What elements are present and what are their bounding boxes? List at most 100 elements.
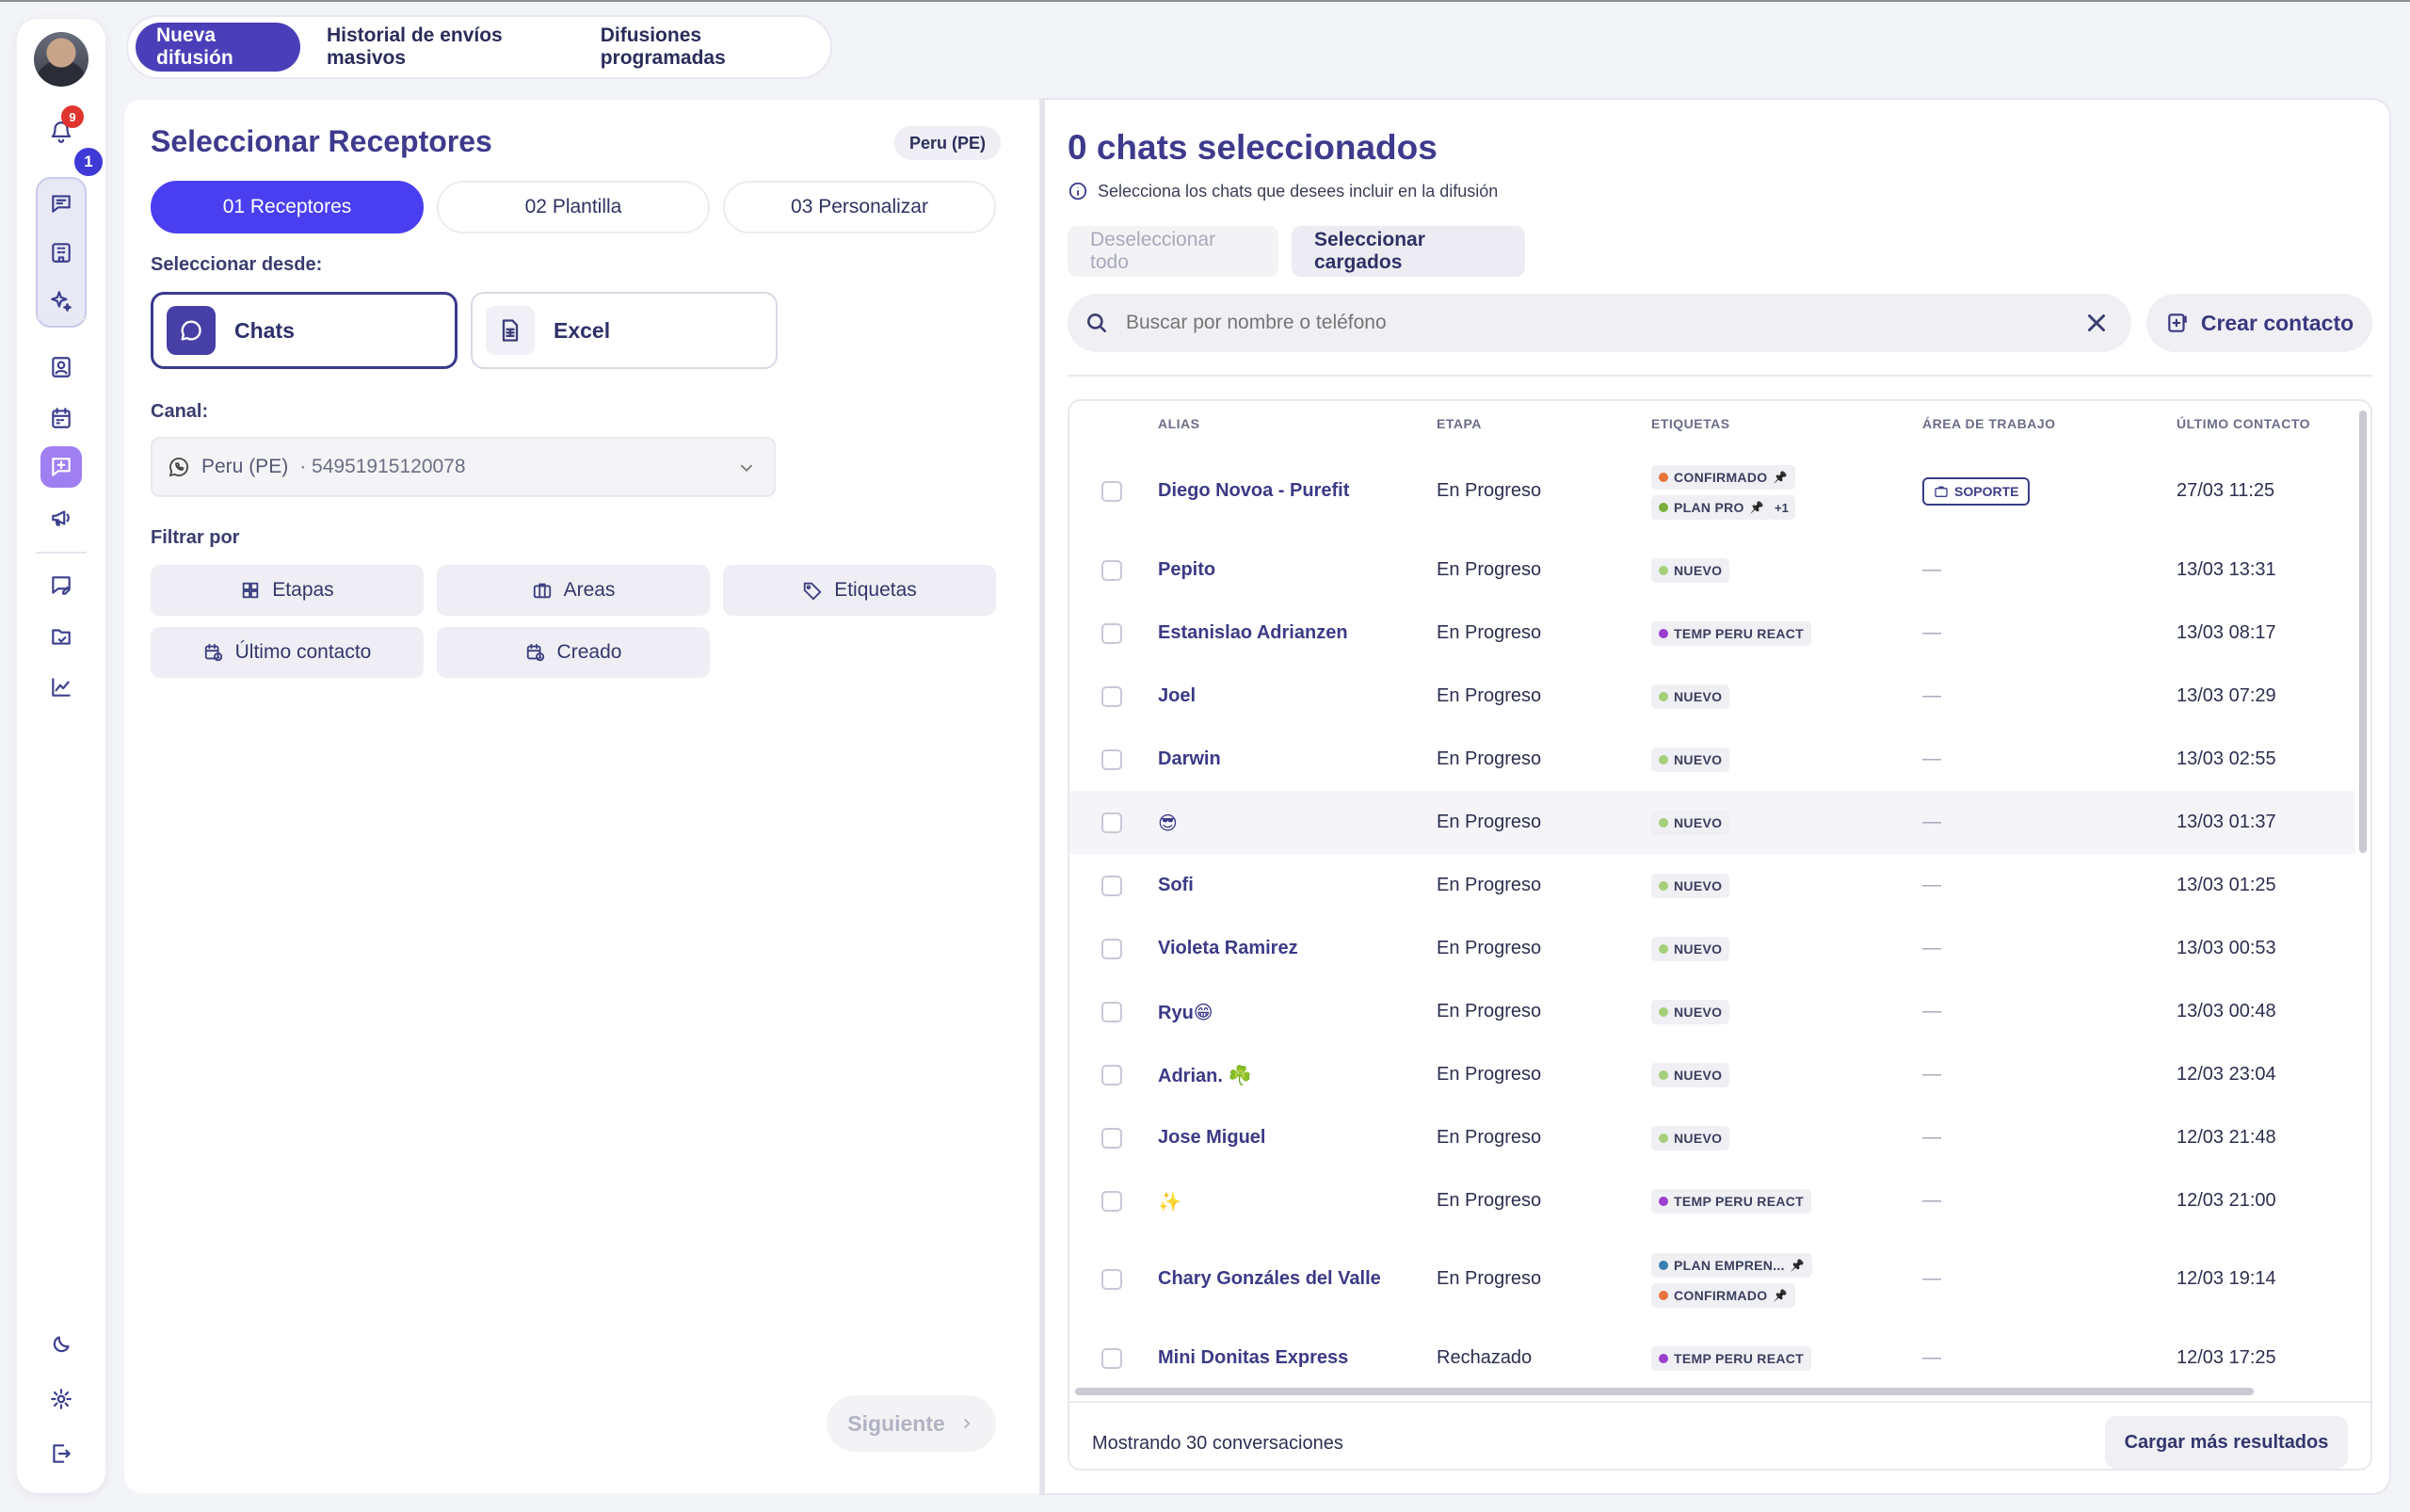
filter-areas-button[interactable]: Areas [437, 565, 710, 616]
rail-calendar-button[interactable] [40, 397, 82, 439]
tab-programadas[interactable]: Difusiones programadas [580, 23, 823, 72]
table-row[interactable]: 😎 En Progreso 13/03 01:37 — NUEVO [1069, 791, 2355, 854]
row-checkbox[interactable] [1101, 1190, 1122, 1212]
tag-label: TEMP PERU REACT [1674, 625, 1805, 641]
filter-etapas-button[interactable]: Etapas [151, 565, 424, 616]
logout-button[interactable] [40, 1433, 82, 1474]
row-alias[interactable]: Estanislao Adrianzen [1158, 622, 1348, 644]
tag-label: TEMP PERU REACT [1674, 1193, 1805, 1209]
row-checkbox[interactable] [1101, 622, 1122, 644]
row-checkbox[interactable] [1101, 1064, 1122, 1086]
row-alias[interactable]: Pepito [1158, 559, 1215, 581]
row-checkbox[interactable] [1101, 1127, 1122, 1149]
create-contact-button[interactable]: Crear contacto [2146, 294, 2372, 352]
table-row[interactable]: Violeta Ramirez En Progreso 13/03 00:53 — NU… [1069, 917, 2355, 980]
filter-ultimo-contacto-button[interactable]: Último contacto [151, 627, 424, 678]
rail-ai-button[interactable] [40, 281, 82, 322]
megaphone-icon [52, 510, 70, 526]
table-row[interactable]: Sofi En Progreso 13/03 01:25 — NUEVO [1069, 854, 2355, 917]
dark-mode-toggle[interactable] [40, 1324, 82, 1365]
row-alias[interactable]: 😎 [1158, 812, 1178, 835]
row-last-contact: 13/03 13:31 [2177, 558, 2276, 580]
tag-label: NUEVO [1674, 941, 1723, 957]
tag-chip: PLAN PRO 📌 [1651, 495, 1772, 520]
row-checkbox[interactable] [1101, 875, 1122, 896]
tab-historial[interactable]: Historial de envíos masivos [306, 23, 574, 72]
step-plantilla[interactable]: 02 Plantilla [437, 181, 710, 233]
filter-creado-button[interactable]: Creado [437, 627, 710, 678]
table-row[interactable]: Ryu😁 En Progreso 13/03 00:48 — NUEVO [1069, 980, 2355, 1043]
tag-chip: NUEVO [1651, 936, 1730, 961]
more-tags-badge[interactable]: +1 [1768, 495, 1795, 520]
table-row[interactable]: ✨ En Progreso 12/03 21:00 — TEMP PERU REACT [1069, 1169, 2355, 1232]
panel-title: Seleccionar Receptores [151, 124, 492, 158]
row-checkbox[interactable] [1101, 1001, 1122, 1022]
table-row[interactable]: Darwin En Progreso 13/03 02:55 — NUEVO [1069, 728, 2355, 791]
step-personalizar[interactable]: 03 Personalizar [723, 181, 996, 233]
chats-table: ALIAS ETAPA ETIQUETAS ÁREA DE TRABAJO ÚL… [1068, 399, 2372, 1471]
channel-select[interactable]: Peru (PE) · 54951915120078 [151, 437, 776, 497]
country-pill: Peru (PE) [894, 126, 1002, 160]
table-row[interactable]: Adrian. ☘️ En Progreso 12/03 23:04 — NUEVO [1069, 1043, 2355, 1106]
row-checkbox[interactable] [1101, 748, 1122, 770]
row-etapa: En Progreso [1437, 1126, 1542, 1148]
building-icon [52, 243, 71, 263]
row-checkbox[interactable] [1101, 812, 1122, 833]
row-alias[interactable]: ✨ [1158, 1190, 1181, 1214]
tag-chip: TEMP PERU REACT [1651, 1345, 1812, 1371]
table-row[interactable]: Joel En Progreso 13/03 07:29 — NUEVO [1069, 665, 2355, 728]
table-row[interactable]: Jose Miguel En Progreso 12/03 21:48 — NUEVO [1069, 1106, 2355, 1169]
tag-chip: NUEVO [1651, 747, 1730, 772]
chat-icon [52, 195, 71, 213]
row-alias[interactable]: Adrian. ☘️ [1158, 1064, 1251, 1087]
select-loaded-button[interactable]: Seleccionar cargados [1292, 226, 1525, 277]
filter-etiquetas-button[interactable]: Etiquetas [723, 565, 996, 616]
row-alias[interactable]: Chary Gonzáles del Valle [1158, 1268, 1381, 1290]
row-alias[interactable]: Diego Novoa - Purefit [1158, 480, 1349, 502]
row-alias[interactable]: Violeta Ramirez [1158, 938, 1298, 959]
row-checkbox[interactable] [1101, 1269, 1122, 1290]
rail-analytics-button[interactable] [40, 667, 82, 708]
source-chats-button[interactable]: Chats [151, 292, 458, 369]
rail-divider [36, 318, 87, 320]
horizontal-scrollbar[interactable] [1075, 1388, 2254, 1395]
step-receptores[interactable]: 01 Receptores [151, 181, 424, 233]
load-more-button[interactable]: Cargar más resultados [2105, 1416, 2348, 1469]
row-alias[interactable]: Sofi [1158, 875, 1194, 896]
close-icon[interactable] [2082, 309, 2111, 337]
search-bar[interactable] [1068, 294, 2131, 352]
rail-folders-button[interactable] [40, 616, 82, 657]
table-row[interactable]: Estanislao Adrianzen En Progreso 13/03 08:… [1069, 602, 2355, 665]
tag-color-dot [1659, 1291, 1668, 1300]
settings-button[interactable] [40, 1378, 82, 1420]
row-alias[interactable]: Darwin [1158, 748, 1221, 770]
tab-nueva-difusion[interactable]: Nueva difusión [136, 23, 300, 72]
row-checkbox[interactable] [1101, 559, 1122, 581]
row-checkbox[interactable] [1101, 685, 1122, 707]
rail-contacts-button[interactable] [40, 346, 82, 388]
table-row[interactable]: Diego Novoa - Purefit En Progreso 27/03 11… [1069, 444, 2355, 539]
source-excel-button[interactable]: Excel [471, 292, 778, 369]
row-last-contact: 12/03 17:25 [2177, 1346, 2276, 1368]
table-row[interactable]: Mini Donitas Express Rechazado 12/03 17:25… [1069, 1327, 2355, 1390]
row-alias[interactable]: Joel [1158, 685, 1196, 707]
notifications-button[interactable]: 9 [40, 105, 84, 153]
row-checkbox[interactable] [1101, 1347, 1122, 1369]
vertical-scrollbar[interactable] [2359, 410, 2367, 853]
rail-organization-button[interactable] [40, 232, 82, 273]
deselect-all-button[interactable]: Deseleccionar todo [1068, 226, 1278, 277]
row-alias[interactable]: Mini Donitas Express [1158, 1347, 1348, 1369]
rail-campaigns-button[interactable] [40, 497, 82, 539]
row-checkbox[interactable] [1101, 938, 1122, 959]
rail-templates-button[interactable] [40, 565, 82, 606]
user-avatar[interactable] [34, 32, 88, 87]
table-row[interactable]: Pepito En Progreso 13/03 13:31 — NUEVO [1069, 539, 2355, 602]
table-row[interactable]: Chary Gonzáles del Valle En Progreso 12/03… [1069, 1232, 2355, 1327]
row-alias[interactable]: Jose Miguel [1158, 1127, 1265, 1149]
rail-chats-button[interactable] [40, 183, 82, 224]
search-input[interactable] [1126, 312, 2030, 334]
row-alias[interactable]: Ryu😁 [1158, 1001, 1213, 1024]
next-button[interactable]: Siguiente [827, 1395, 996, 1452]
rail-broadcast-button[interactable] [40, 446, 82, 488]
row-checkbox[interactable] [1101, 481, 1122, 502]
